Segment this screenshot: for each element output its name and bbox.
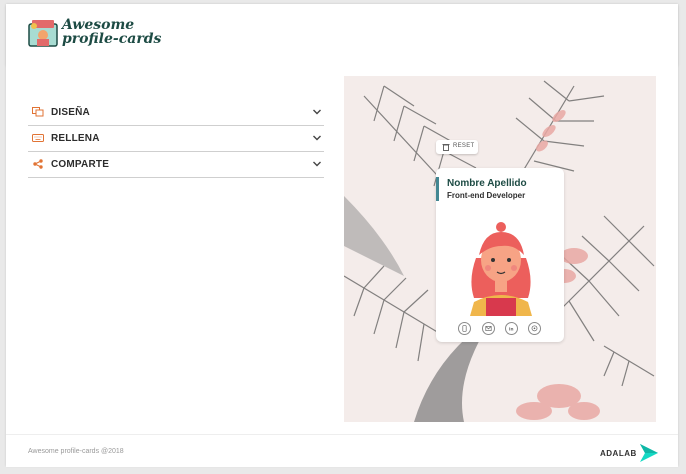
trash-icon [442, 144, 450, 151]
palette-icon [32, 107, 44, 117]
card-job: Front-end Developer [447, 191, 526, 200]
reset-label: RESET [453, 143, 475, 149]
logo-icon [28, 20, 58, 47]
keyboard-icon [32, 134, 44, 142]
logo-line-2: profile-cards [62, 31, 162, 47]
section-design-label: DISEÑA [51, 107, 90, 118]
logo-text: Awesome profile-cards [62, 18, 161, 46]
github-icon[interactable] [528, 322, 541, 335]
avatar [470, 222, 532, 316]
adalab-wordmark: ADALAB [600, 449, 637, 458]
header: Awesome profile-cards [6, 4, 678, 64]
chevron-down-icon[interactable] [312, 133, 322, 143]
profile-card: Nombre Apellido Front-end Developer in [436, 168, 564, 342]
main: DISEÑA RELLENA COMPARTE RESET Nombre Ape… [6, 64, 678, 434]
section-design[interactable]: DISEÑA [28, 100, 324, 126]
adalab-logo[interactable]: ADALAB [600, 443, 658, 463]
app-frame: Awesome profile-cards DISEÑA RELLENA COM… [6, 4, 678, 467]
share-icon [33, 159, 43, 169]
adalab-arrow-icon [640, 444, 658, 462]
linkedin-icon[interactable]: in [505, 322, 518, 335]
form-sections: DISEÑA RELLENA COMPARTE [28, 100, 324, 178]
chevron-down-icon[interactable] [312, 159, 322, 169]
social-links: in [458, 322, 548, 336]
reset-button[interactable]: RESET [436, 140, 478, 154]
section-fill[interactable]: RELLENA [28, 126, 324, 152]
logo-line-1: Awesome [62, 17, 135, 33]
card-preview: RESET Nombre Apellido Front-end Develope… [344, 76, 656, 422]
section-fill-label: RELLENA [51, 133, 100, 144]
card-name: Nombre Apellido [447, 178, 527, 189]
footer-copyright: Awesome profile-cards @2018 [28, 448, 124, 455]
footer: Awesome profile-cards @2018 ADALAB [6, 434, 678, 467]
section-share-label: COMPARTE [51, 159, 110, 170]
phone-icon[interactable] [458, 322, 471, 335]
svg-text:in: in [509, 327, 513, 332]
logo[interactable]: Awesome profile-cards [28, 18, 168, 52]
section-share[interactable]: COMPARTE [28, 152, 324, 178]
card-accent-bar [436, 177, 439, 201]
email-icon[interactable] [482, 322, 495, 335]
chevron-down-icon[interactable] [312, 107, 322, 117]
